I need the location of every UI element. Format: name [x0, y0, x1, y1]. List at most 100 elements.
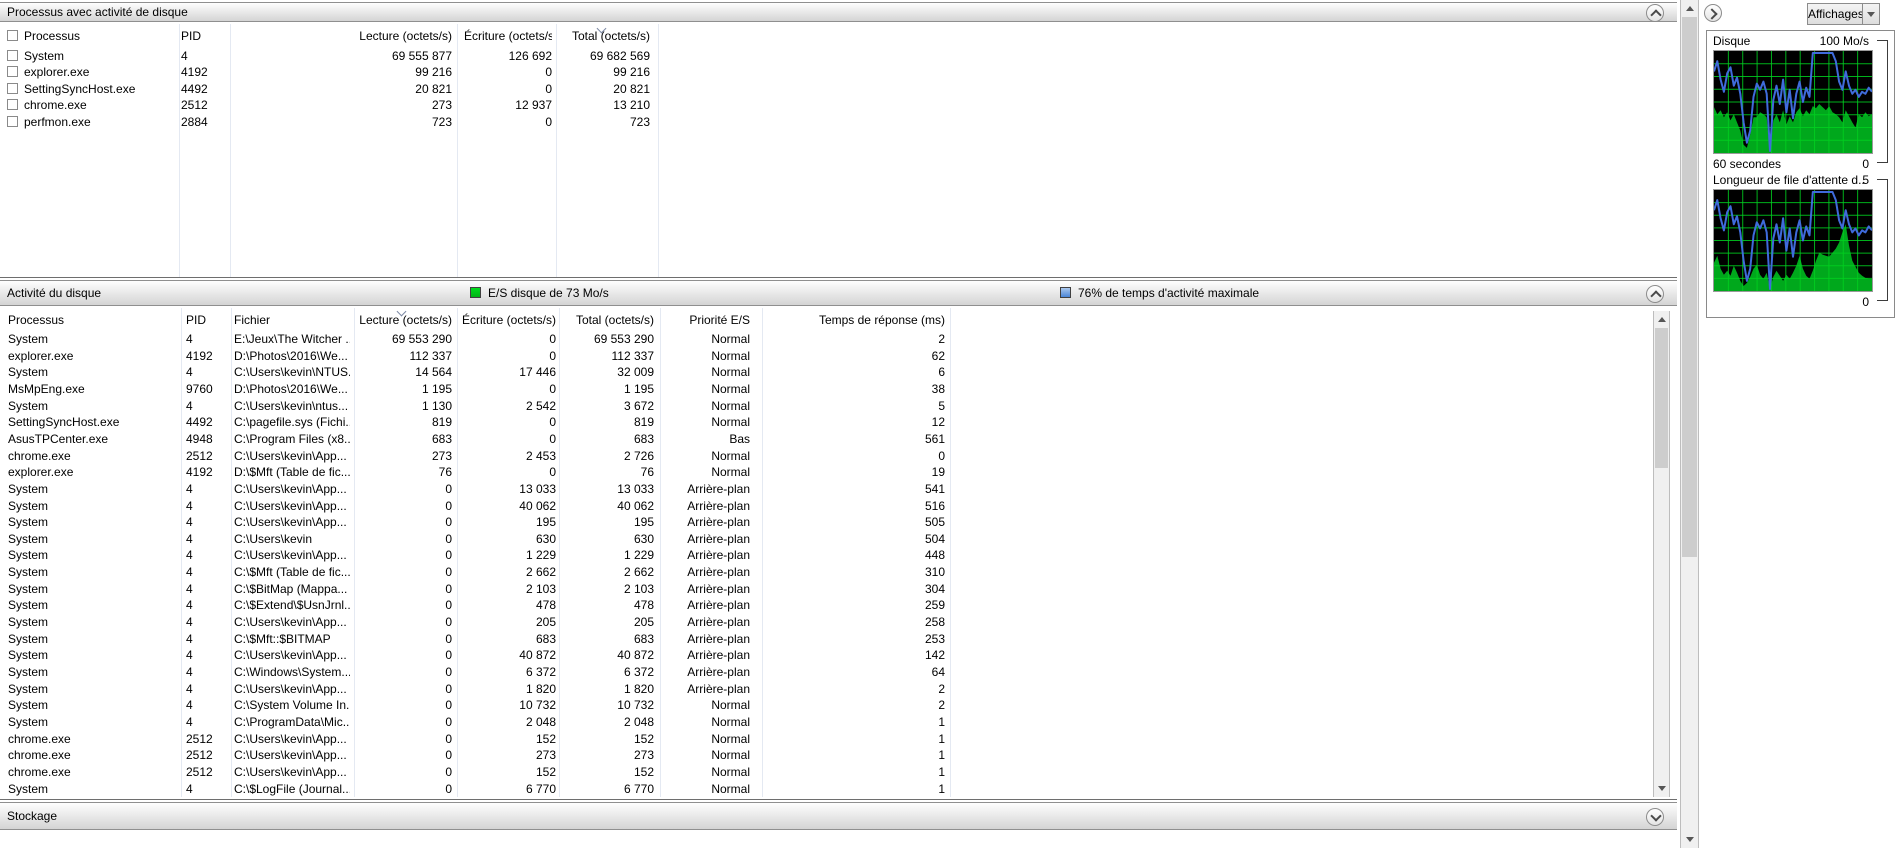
- row-checkbox[interactable]: [7, 82, 18, 94]
- cell: Normal: [711, 465, 750, 480]
- cell: 310: [924, 565, 945, 580]
- table-header-row[interactable]: Processus PID Lecture (octets/s) Écriture (…: [0, 28, 1645, 44]
- column-header[interactable]: Processus: [8, 312, 178, 328]
- collapse-activity-button[interactable]: [1646, 285, 1664, 303]
- processes-table: Processus PID Lecture (octets/s) Écriture (…: [0, 24, 1677, 278]
- cell: 819: [431, 415, 452, 430]
- table-row[interactable]: System 4 69 555 877 126 692 69 682 569: [0, 48, 1645, 64]
- table-row[interactable]: System 4 C:\$Extend\$UsnJrnl... 0 478 478 Arri…: [0, 597, 1645, 613]
- column-header[interactable]: PID: [181, 28, 227, 44]
- cell: 4: [186, 531, 193, 546]
- cell: System: [8, 665, 49, 679]
- row-checkbox[interactable]: [7, 99, 18, 111]
- table-row[interactable]: chrome.exe 2512 C:\Users\kevin\App... 0 152 1…: [0, 731, 1645, 747]
- column-header[interactable]: Priorité E/S: [648, 312, 750, 328]
- table-row[interactable]: System 4 C:\$Mft (Table de fic... 0 2 662 2 6…: [0, 564, 1645, 580]
- scroll-down-button[interactable]: [1681, 831, 1698, 848]
- column-header[interactable]: Écriture (octets/s): [460, 312, 556, 328]
- table-row[interactable]: System 4 C:\Users\kevin\App... 0 40 872 40 87…: [0, 647, 1645, 663]
- cell: 561: [924, 431, 945, 446]
- table-row[interactable]: chrome.exe 2512 C:\Users\kevin\App... 0 273 2…: [0, 747, 1645, 763]
- cell: 40 062: [617, 498, 654, 513]
- cell: 630: [633, 531, 654, 546]
- table-row[interactable]: chrome.exe 2512 273 12 937 13 210: [0, 97, 1645, 113]
- cell: 1 195: [421, 381, 452, 396]
- table-row[interactable]: System 4 C:\Users\kevin 0 630 630 Arrière-plan…: [0, 531, 1645, 547]
- cell: 69 553 290: [391, 332, 452, 346]
- cell: C:\Users\kevin\App...: [234, 448, 347, 463]
- row-checkbox[interactable]: [7, 115, 18, 127]
- cell: System: [8, 398, 49, 413]
- table-row[interactable]: MsMpEng.exe 9760 D:\Photos\2016\We... 1 195…: [0, 381, 1645, 397]
- table-row[interactable]: SettingSyncHost.exe 4492 C:\pagefile.sys (…: [0, 414, 1645, 430]
- activity-scrollbar[interactable]: [1653, 311, 1670, 797]
- cell: Normal: [711, 781, 750, 796]
- table-row[interactable]: chrome.exe 2512 C:\Users\kevin\App... 0 152 1…: [0, 764, 1645, 780]
- cell: 9760: [186, 381, 213, 396]
- cell: System: [8, 714, 49, 729]
- table-row[interactable]: chrome.exe 2512 C:\Users\kevin\App... 273 2 …: [0, 448, 1645, 464]
- table-row[interactable]: System 4 C:\Users\kevin\NTUS... 14 564 17 44…: [0, 364, 1645, 380]
- table-row[interactable]: System 4 C:\Users\kevin\App... 0 1 820 1 820 A…: [0, 681, 1645, 697]
- main-scrollbar[interactable]: [1680, 0, 1699, 848]
- scroll-down-button[interactable]: [1654, 780, 1669, 797]
- views-dropdown-button[interactable]: [1862, 3, 1880, 25]
- column-header[interactable]: Total (octets/s): [554, 28, 650, 44]
- collapse-processes-button[interactable]: [1646, 4, 1664, 22]
- table-row[interactable]: System 4 C:\$BitMap (Mappa... 0 2 103 2 103 Ar…: [0, 581, 1645, 597]
- column-header[interactable]: Écriture (octets/s): [464, 28, 552, 44]
- cell: AsusTPCenter.exe: [8, 431, 109, 446]
- table-row[interactable]: SettingSyncHost.exe 4492 20 821 0 20 821: [0, 81, 1645, 97]
- table-row[interactable]: System 4 C:\Users\kevin\ntus... 1 130 2 542 3…: [0, 398, 1645, 414]
- table-row[interactable]: System 4 C:\Windows\System... 0 6 372 6 372 Ar…: [0, 664, 1645, 680]
- table-row[interactable]: System 4 C:\Users\kevin\App... 0 1 229 1 229 A…: [0, 547, 1645, 563]
- table-row[interactable]: System 4 C:\Users\kevin\App... 0 40 062 40 06…: [0, 498, 1645, 514]
- column-header[interactable]: Total (octets/s): [562, 312, 654, 328]
- collapse-sidebar-button[interactable]: [1704, 4, 1722, 22]
- column-header[interactable]: Processus: [24, 28, 174, 44]
- table-row[interactable]: System 4 C:\Users\kevin\App... 0 205 205 Arriè…: [0, 614, 1645, 630]
- cell: chrome.exe: [8, 731, 71, 746]
- views-button[interactable]: Affichages: [1807, 3, 1864, 25]
- scrollbar-thumb[interactable]: [1682, 17, 1697, 557]
- column-header[interactable]: Fichier: [234, 312, 350, 328]
- column-header[interactable]: Lecture (octets/s): [356, 312, 452, 328]
- table-row[interactable]: System 4 E:\Jeux\The Witcher ... 69 553 290…: [0, 331, 1645, 347]
- cell: C:\pagefile.sys (Fichi...: [234, 415, 350, 430]
- active-time-swatch-icon: [1060, 287, 1071, 298]
- table-row[interactable]: System 4 C:\$Mft::$BITMAP 0 683 683 Arrière-pl…: [0, 631, 1645, 647]
- cell: 2 542: [525, 398, 556, 413]
- cell: 4: [186, 581, 193, 596]
- table-row[interactable]: System 4 C:\System Volume In... 0 10 732 10 7…: [0, 697, 1645, 713]
- row-checkbox[interactable]: [7, 50, 18, 61]
- table-row[interactable]: explorer.exe 4192 D:\$Mft (Table de fic...…: [0, 464, 1645, 480]
- scroll-up-button[interactable]: [1681, 0, 1698, 17]
- table-row[interactable]: System 4 C:\ProgramData\Mic... 0 2 048 2 048 N…: [0, 714, 1645, 730]
- column-header[interactable]: Lecture (octets/s): [252, 28, 452, 44]
- cell: 40 872: [519, 648, 556, 663]
- row-checkbox[interactable]: [7, 30, 18, 41]
- cell: 0: [549, 348, 556, 363]
- table-row[interactable]: System 4 C:\Users\kevin\App... 0 13 033 13 03…: [0, 481, 1645, 497]
- cell: 2512: [181, 98, 208, 113]
- table-row[interactable]: System 4 C:\Users\kevin\App... 0 195 195 Arriè…: [0, 514, 1645, 530]
- table-row[interactable]: System 4 C:\$LogFile (Journal... 0 6 770 6 77…: [0, 781, 1645, 797]
- table-row[interactable]: explorer.exe 4192 D:\Photos\2016\We... 112 …: [0, 348, 1645, 364]
- cell: 0: [445, 731, 452, 746]
- expand-storage-button[interactable]: [1646, 808, 1664, 826]
- row-checkbox[interactable]: [7, 66, 18, 78]
- cell: 683: [633, 431, 654, 446]
- scrollbar-thumb[interactable]: [1655, 328, 1668, 468]
- table-row[interactable]: AsusTPCenter.exe 4948 C:\Program Files (x8…: [0, 431, 1645, 447]
- cell: E:\Jeux\The Witcher ...: [234, 332, 350, 346]
- cell: System: [8, 531, 49, 546]
- cell: 2: [938, 698, 945, 713]
- table-row[interactable]: explorer.exe 4192 99 216 0 99 216: [0, 64, 1645, 80]
- column-header[interactable]: Temps de réponse (ms): [800, 312, 945, 328]
- cell: 273: [431, 98, 452, 113]
- table-header-row[interactable]: Processus PID Fichier Lecture (octets/s) Écr…: [0, 312, 1645, 328]
- table-row[interactable]: perfmon.exe 2884 723 0 723: [0, 114, 1645, 130]
- column-header[interactable]: PID: [186, 312, 230, 328]
- scroll-up-button[interactable]: [1654, 311, 1669, 328]
- cell: 112 337: [409, 348, 453, 363]
